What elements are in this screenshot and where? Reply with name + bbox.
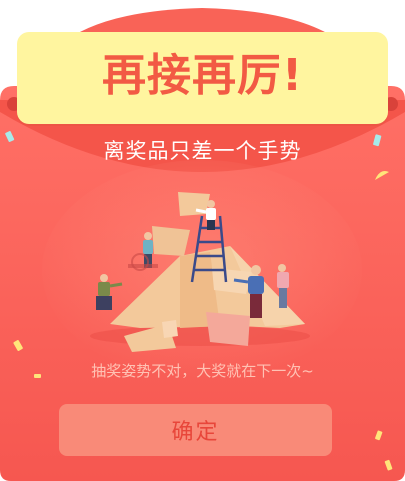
confetti-icon: [34, 374, 41, 378]
confetti-icon: [373, 134, 382, 147]
worker-bottom-left: [96, 274, 123, 310]
dialog-title: 再接再厉!: [101, 50, 304, 101]
confirm-button[interactable]: 确定: [59, 404, 332, 456]
confetti-icon: [5, 131, 15, 142]
confetti-icon: [13, 340, 23, 351]
puzzle-piece: [152, 226, 190, 256]
confetti-icon: [375, 430, 383, 441]
confetti-icon: [375, 171, 389, 180]
puzzle-team-illustration: [90, 192, 310, 352]
title-banner: 再接再厉!: [17, 32, 388, 124]
hint-text: 抽奖姿势不对，大奖就在下一次~: [91, 362, 314, 380]
lottery-result-dialog: 再接再厉! 离奖品只差一个手势 抽奖姿势不对，大奖就在下一次~ 确定: [0, 0, 405, 481]
puzzle-piece: [206, 312, 250, 346]
confetti-icon: [384, 459, 393, 471]
dialog-subtitle: 离奖品只差一个手势: [103, 139, 302, 163]
